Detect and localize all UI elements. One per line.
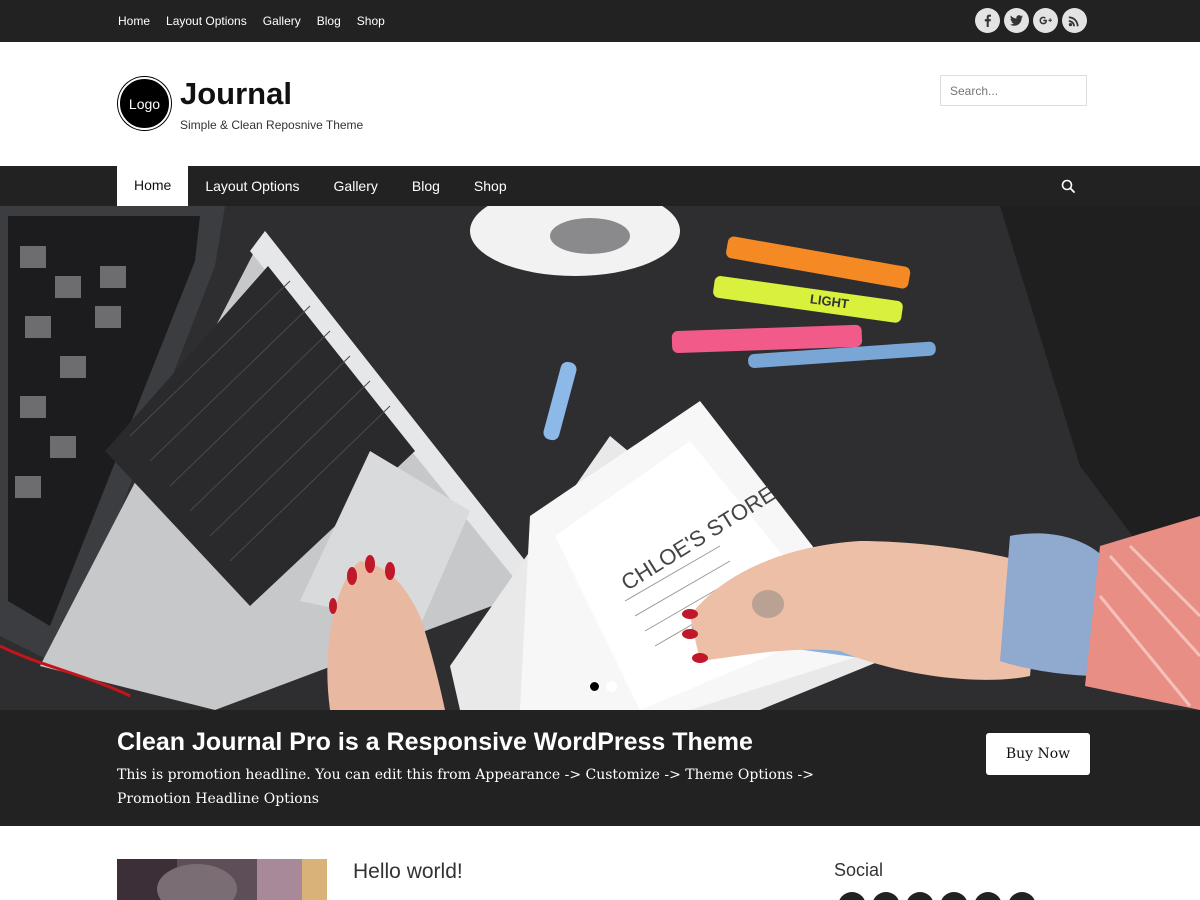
logo-text: Logo [128,95,161,112]
slider-dot-1[interactable] [589,681,600,692]
post-thumbnail[interactable] [117,859,327,900]
promotion-text: This is promotion headline. You can edit… [117,767,814,807]
search-input[interactable] [940,75,1087,106]
promotion-headline: Clean Journal Pro is a Responsive WordPr… [0,710,1200,826]
google-plus-icon[interactable] [906,892,934,900]
pinterest-icon[interactable] [974,892,1002,900]
site-header: Logo Journal Simple & Clean Reposnive Th… [0,42,1200,166]
nav-item-gallery[interactable]: Gallery [317,166,395,206]
top-nav-gallery[interactable]: Gallery [263,12,301,30]
twitter-icon[interactable] [1004,8,1029,33]
nav-item-home[interactable]: Home [117,166,189,206]
top-nav-home[interactable]: Home [118,12,150,30]
site-title[interactable]: Journal [180,78,292,109]
hero-slider: LIGHT CHLOE'S STORE [0,206,1200,710]
top-nav-layout-options[interactable]: Layout Options [166,12,247,30]
social-links-top [971,8,1087,33]
buy-now-button[interactable]: Buy Now [986,733,1090,775]
top-navigation: Home Layout Options Gallery Blog Shop [118,0,401,42]
facebook-icon[interactable] [838,892,866,900]
main-navigation: Home Layout Options Gallery Blog Shop [0,166,1200,206]
top-nav-blog[interactable]: Blog [317,12,341,30]
hero-image: LIGHT CHLOE'S STORE [0,206,1200,710]
social-widget-title: Social [834,860,884,880]
site-logo[interactable]: Logo [118,77,171,130]
post-meta-link[interactable] [353,893,553,900]
linkedin-icon[interactable] [940,892,968,900]
post-title[interactable]: Hello world! [353,860,463,884]
search-icon[interactable] [1060,178,1078,196]
top-nav-shop[interactable]: Shop [357,12,385,30]
site-tagline: Simple & Clean Reposnive Theme [180,118,364,132]
slider-pagination [589,681,623,692]
slider-dot-2[interactable] [606,681,617,692]
promotion-title: Clean Journal Pro is a Responsive WordPr… [117,728,753,756]
nav-item-layout-options[interactable]: Layout Options [188,166,316,206]
nav-item-shop[interactable]: Shop [457,166,524,206]
facebook-icon[interactable] [975,8,1000,33]
google-plus-icon[interactable] [1033,8,1058,33]
twitter-icon[interactable] [872,892,900,900]
top-bar: Home Layout Options Gallery Blog Shop [0,0,1200,42]
social-widget-icons [838,892,1042,900]
nav-item-blog[interactable]: Blog [395,166,457,206]
rss-icon[interactable] [1008,892,1036,900]
rss-icon[interactable] [1062,8,1087,33]
